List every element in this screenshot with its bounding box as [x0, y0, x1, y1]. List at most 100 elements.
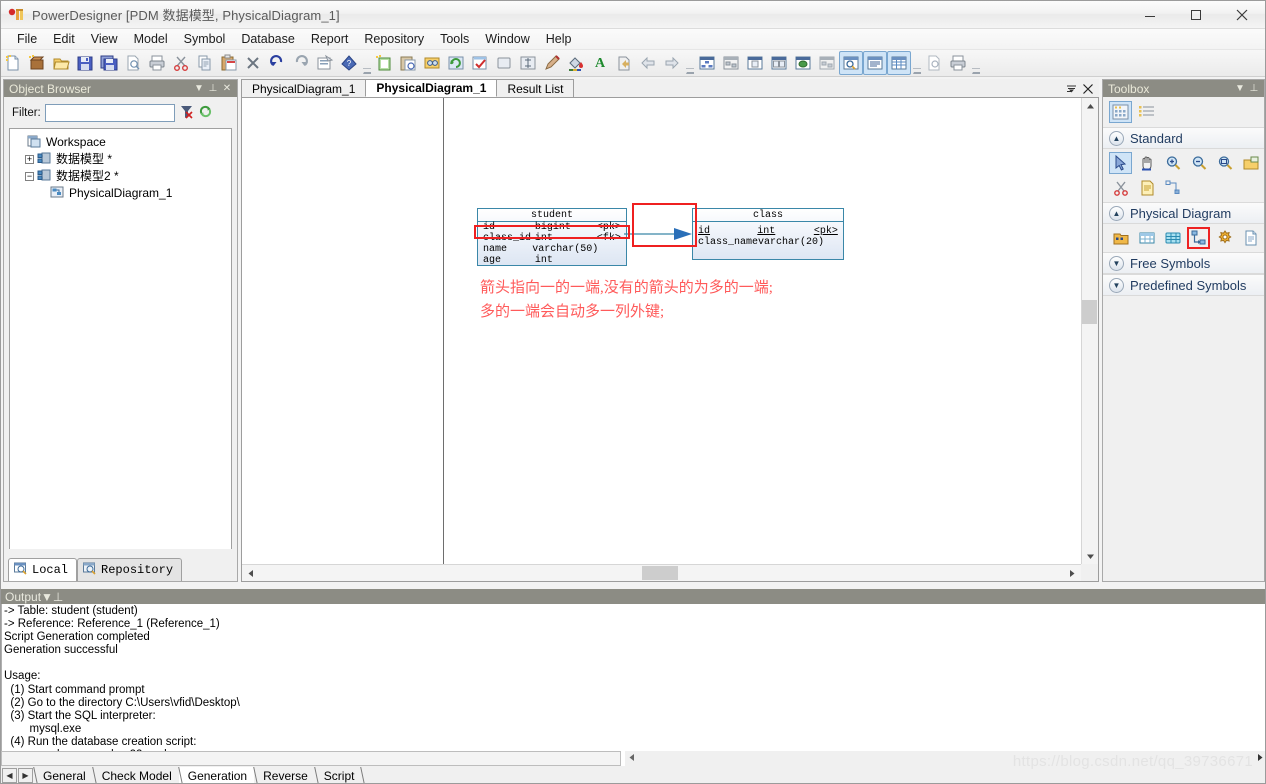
- canvas-vertical-scrollbar[interactable]: [1081, 98, 1098, 564]
- horizontal-scroll-thumb[interactable]: [642, 566, 678, 580]
- align-icon[interactable]: [516, 51, 540, 75]
- menu-help[interactable]: Help: [538, 30, 580, 48]
- output-side-scrollbar[interactable]: [625, 751, 1265, 766]
- redo-icon[interactable]: [289, 51, 313, 75]
- close-button[interactable]: [1219, 1, 1265, 29]
- cut-icon[interactable]: [169, 51, 193, 75]
- output-tab-general[interactable]: General: [34, 767, 93, 783]
- tree-item-model-1[interactable]: + 数据模型 *: [14, 150, 231, 167]
- new-document-icon[interactable]: [1, 51, 25, 75]
- delete-icon[interactable]: [241, 51, 265, 75]
- reverse-engineer-icon[interactable]: [815, 51, 839, 75]
- procedure-icon[interactable]: [1213, 227, 1236, 249]
- properties-icon[interactable]: [313, 51, 337, 75]
- maximize-button[interactable]: [1173, 1, 1219, 29]
- note-icon[interactable]: [1135, 177, 1158, 199]
- chevron-down-icon[interactable]: ▼: [192, 83, 206, 94]
- tree-item-workspace[interactable]: Workspace: [14, 133, 231, 150]
- tab-list-icon[interactable]: [1066, 83, 1077, 97]
- previous-icon[interactable]: [636, 51, 660, 75]
- chevron-down-icon[interactable]: ▼: [1109, 255, 1124, 271]
- script-icon[interactable]: [1239, 227, 1262, 249]
- canvas-horizontal-scrollbar[interactable]: [242, 564, 1081, 581]
- toolbox-section-free-symbols[interactable]: ▼ Free Symbols: [1103, 252, 1264, 274]
- output-tab-generation[interactable]: Generation: [178, 767, 255, 783]
- model-explorer-icon[interactable]: [695, 51, 719, 75]
- menu-view[interactable]: View: [83, 30, 126, 48]
- chevron-down-icon[interactable]: ▼: [1109, 277, 1124, 293]
- diagram-overview-icon[interactable]: [719, 51, 743, 75]
- filter-input[interactable]: [44, 104, 175, 122]
- menu-model[interactable]: Model: [126, 30, 176, 48]
- font-color-icon[interactable]: A: [588, 51, 612, 75]
- scroll-left-arrow-icon[interactable]: [628, 753, 635, 764]
- nav-next-icon[interactable]: ▶: [18, 768, 33, 783]
- undo-icon[interactable]: [265, 51, 289, 75]
- print-preview2-icon[interactable]: [922, 51, 946, 75]
- output-tab-script[interactable]: Script: [315, 767, 362, 783]
- print-preview-icon[interactable]: [121, 51, 145, 75]
- grid-palette-icon[interactable]: [1109, 101, 1132, 123]
- toolbox-section-standard[interactable]: ▲ Standard: [1103, 127, 1264, 149]
- doc-tab-physicaldiagram-1[interactable]: PhysicalDiagram_1: [241, 79, 367, 97]
- link-symbol-icon[interactable]: [1161, 177, 1184, 199]
- menu-symbol[interactable]: Symbol: [176, 30, 234, 48]
- output-tab-check-model[interactable]: Check Model: [93, 767, 179, 783]
- output-tab-reverse[interactable]: Reverse: [254, 767, 315, 783]
- zoom-in-icon[interactable]: [1161, 152, 1184, 174]
- output-log[interactable]: -> Table: student (student) -> Reference:…: [1, 604, 1265, 766]
- hand-grabber-icon[interactable]: [1135, 152, 1158, 174]
- doc-tab-result-list[interactable]: Result List: [496, 79, 575, 97]
- zoom-out-icon[interactable]: [1187, 152, 1210, 174]
- open-folder-icon[interactable]: [49, 51, 73, 75]
- nav-prev-icon[interactable]: ◀: [2, 768, 17, 783]
- close-icon[interactable]: ✕: [220, 83, 234, 94]
- new-diagram-icon[interactable]: [372, 51, 396, 75]
- tile-window-icon[interactable]: [767, 51, 791, 75]
- next-icon[interactable]: [660, 51, 684, 75]
- refresh-icon[interactable]: [444, 51, 468, 75]
- toolbox-section-predefined-symbols[interactable]: ▼ Predefined Symbols: [1103, 274, 1264, 296]
- list-palette-icon[interactable]: [1135, 101, 1158, 123]
- menu-edit[interactable]: Edit: [45, 30, 83, 48]
- browser-toggle-icon[interactable]: [839, 51, 863, 75]
- ob-tab-repository[interactable]: Repository: [77, 558, 183, 581]
- ob-tab-local[interactable]: Local: [8, 558, 78, 581]
- menu-report[interactable]: Report: [303, 30, 357, 48]
- new-model-icon[interactable]: [25, 51, 49, 75]
- scroll-right-arrow-icon[interactable]: [1257, 753, 1264, 764]
- scroll-left-arrow-icon[interactable]: [242, 565, 259, 581]
- chevron-up-icon[interactable]: ▲: [1109, 130, 1124, 146]
- menu-tools[interactable]: Tools: [432, 30, 477, 48]
- shape-icon[interactable]: [492, 51, 516, 75]
- scroll-up-arrow-icon[interactable]: [1082, 98, 1099, 114]
- scissors-icon[interactable]: [1109, 177, 1132, 199]
- find-icon[interactable]: [420, 51, 444, 75]
- menu-window[interactable]: Window: [477, 30, 537, 48]
- output-toggle-icon[interactable]: [863, 51, 887, 75]
- format-brush-icon[interactable]: [540, 51, 564, 75]
- chevron-down-icon[interactable]: ▼: [1233, 83, 1247, 94]
- view-icon[interactable]: [1161, 227, 1184, 249]
- doc-tab-physicaldiagram-1-active[interactable]: PhysicalDiagram_1: [365, 79, 498, 97]
- result-list-toggle-icon[interactable]: [887, 51, 911, 75]
- tree-expander-plus[interactable]: +: [24, 154, 35, 164]
- paste-icon[interactable]: [217, 51, 241, 75]
- print2-icon[interactable]: [946, 51, 970, 75]
- save-icon[interactable]: [73, 51, 97, 75]
- check-model-icon[interactable]: [468, 51, 492, 75]
- toolbox-section-physical-diagram[interactable]: ▲ Physical Diagram: [1103, 202, 1264, 224]
- output-horizontal-scrollbar[interactable]: [1, 751, 621, 766]
- zoom-fit-icon[interactable]: [1213, 152, 1236, 174]
- diagram-canvas[interactable]: student id bigint <pk> class_id int <fk>: [242, 98, 1081, 564]
- object-tree[interactable]: Workspace + 数据模型 * − 数据模型2 * PhysicalDia…: [9, 128, 232, 556]
- copy-icon[interactable]: [193, 51, 217, 75]
- chevron-up-icon[interactable]: ▲: [1109, 205, 1124, 221]
- close-icon[interactable]: [1083, 83, 1093, 97]
- save-all-icon[interactable]: [97, 51, 121, 75]
- pin-icon[interactable]: ⊥: [1247, 83, 1261, 94]
- tree-item-physicaldiagram[interactable]: PhysicalDiagram_1: [14, 184, 231, 201]
- help-icon[interactable]: ?: [337, 51, 361, 75]
- scroll-right-arrow-icon[interactable]: [1064, 565, 1081, 581]
- paste-special-icon[interactable]: [396, 51, 420, 75]
